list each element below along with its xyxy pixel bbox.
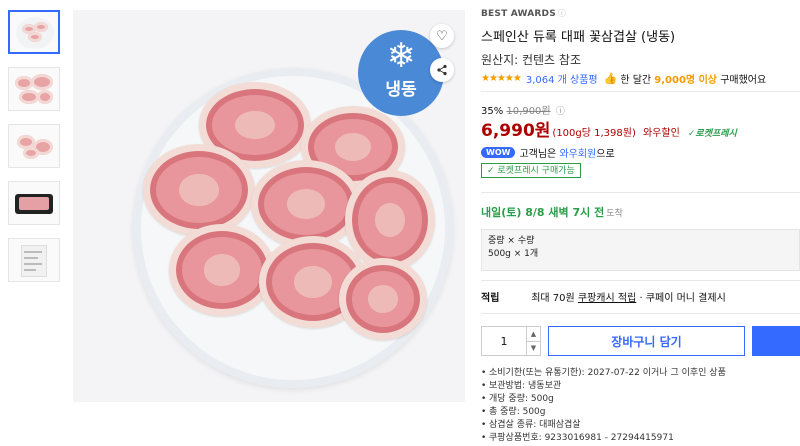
reward-label: 적립 bbox=[481, 293, 500, 304]
thumbnail-label-line bbox=[24, 251, 42, 253]
thumbnail-label-line bbox=[24, 257, 38, 259]
reward-suffix: · 쿠페이 머니 결제시 bbox=[639, 293, 726, 304]
star-rating-icon: ★★★★★ bbox=[481, 73, 522, 84]
quantity-stepper[interactable]: 1 ▲ ▼ bbox=[481, 326, 541, 356]
wow-text-before: 고객님은 bbox=[519, 149, 557, 160]
thumbnail-3[interactable] bbox=[8, 124, 60, 168]
frozen-badge-text: 냉동 bbox=[385, 80, 417, 100]
wow-member-row: WOW 고객님은 와우회원 으로 bbox=[481, 145, 615, 160]
product-details: 소비기한(또는 유통기한): 2027-07-22 이거나 그 이후인 상품 보… bbox=[481, 367, 800, 445]
product-info: BEST AWARDS ⓘ 스페인산 듀록 대패 꽃삼겹살 (냉동) 원산지: 컨… bbox=[481, 8, 800, 86]
thumbnail-4[interactable] bbox=[8, 181, 60, 225]
quantity-down-icon[interactable]: ▼ bbox=[527, 340, 540, 356]
detail-item: 보관방법: 냉동보관 bbox=[481, 380, 800, 393]
reward-row: 적립 최대 70원 쿠팡캐시 적립 · 쿠페이 머니 결제시 bbox=[481, 289, 726, 304]
rating-row: ★★★★★ 3,064 개 상품평 👍 한 달간 9,000명 이상 구매했어요 bbox=[481, 71, 800, 86]
info-icon[interactable]: ⓘ bbox=[558, 9, 566, 18]
buy-row: 1 ▲ ▼ 장바구니 담기 bbox=[481, 326, 800, 356]
best-awards: BEST AWARDS ⓘ bbox=[481, 8, 800, 19]
thumbs-up-icon: 👍 bbox=[603, 72, 618, 85]
thumbnail-meat bbox=[31, 74, 53, 90]
delivery-date: 내일(토) 8/8 새벽 7시 전 bbox=[481, 206, 605, 219]
detail-item: 삼겹살 종류: 대패삼겹살 bbox=[481, 419, 800, 432]
add-to-cart-button[interactable]: 장바구니 담기 bbox=[548, 326, 745, 356]
wow-text-after: 으로 bbox=[596, 149, 615, 160]
buyers-text: 한 달간 9,000명 이상 구매했어요 bbox=[620, 71, 766, 86]
quantity-value[interactable]: 1 bbox=[482, 327, 526, 355]
rocket-fresh-badge: ✓로켓프레시 bbox=[687, 129, 737, 139]
meat-slice bbox=[169, 224, 275, 316]
buy-now-button[interactable] bbox=[752, 326, 800, 356]
divider bbox=[481, 313, 800, 314]
wow-discount-label: 와우할인 bbox=[642, 128, 680, 139]
heart-icon[interactable]: ♡ bbox=[430, 24, 454, 48]
thumbnail-meat bbox=[23, 147, 39, 159]
thumbnail-label-line bbox=[24, 263, 42, 265]
delivery-info: 내일(토) 8/8 새벽 7시 전 도착 bbox=[481, 204, 623, 220]
unit-price: (100g당 1,398원) bbox=[552, 128, 636, 139]
meat-slice bbox=[143, 144, 255, 236]
review-count-link[interactable]: 3,064 개 상품평 bbox=[526, 71, 598, 86]
thumbnail-5[interactable] bbox=[8, 238, 60, 282]
discount-row: 35% 10,900원 ⓘ bbox=[481, 102, 565, 117]
detail-item: 개당 중량: 500g bbox=[481, 393, 800, 406]
price-row: 6,990원 (100g당 1,398원) 와우할인 ✓로켓프레시 bbox=[481, 116, 737, 141]
thumbnail-meat bbox=[28, 32, 42, 42]
meat-slice bbox=[251, 160, 361, 248]
product-title: 스페인산 듀록 대패 꽃삼겹살 (냉동) bbox=[481, 30, 676, 45]
thumbnail-1[interactable] bbox=[8, 10, 60, 54]
option-header: 중량 × 수량 bbox=[488, 236, 535, 246]
origin: 원산지: 컨텐츠 참조 bbox=[481, 53, 581, 67]
thumbnail-label-card bbox=[21, 245, 47, 277]
main-product-image: ❄ 냉동 ♡ bbox=[73, 10, 465, 402]
buyers-prefix: 한 달간 bbox=[620, 75, 652, 86]
coupang-cash-link[interactable]: 쿠팡캐시 적립 bbox=[578, 293, 636, 304]
share-icon-glyph bbox=[437, 64, 447, 76]
reward-prefix: 최대 70원 bbox=[531, 293, 575, 304]
buyers-count: 9,000명 이상 bbox=[654, 75, 718, 86]
option-value: 500g × 1개 bbox=[488, 249, 539, 259]
option-box[interactable]: 중량 × 수량 500g × 1개 bbox=[481, 229, 800, 271]
meat-slice bbox=[345, 170, 435, 270]
sale-price: 6,990원 bbox=[481, 121, 551, 141]
wow-badge: WOW bbox=[481, 147, 516, 158]
buyers-suffix: 구매했어요 bbox=[720, 75, 767, 86]
thumbnail-2[interactable] bbox=[8, 67, 60, 111]
thumbnail-meat bbox=[19, 90, 39, 104]
quantity-up-icon[interactable]: ▲ bbox=[527, 327, 540, 341]
wow-member-link[interactable]: 와우회원 bbox=[559, 145, 596, 160]
quantity-arrows: ▲ ▼ bbox=[526, 327, 540, 355]
detail-item: 소비기한(또는 유통기한): 2027-07-22 이거나 그 이후인 상품 bbox=[481, 367, 800, 380]
thumbnail-package-meat bbox=[19, 197, 49, 210]
detail-item: 총 중량: 500g bbox=[481, 406, 800, 419]
meat-slice bbox=[339, 258, 427, 340]
thumbnail-meat bbox=[37, 90, 53, 104]
detail-item: 쿠팡상품번호: 9233016981 - 27294415971 bbox=[481, 432, 800, 445]
divider bbox=[481, 91, 800, 92]
share-icon[interactable] bbox=[430, 58, 454, 82]
divider bbox=[481, 192, 800, 193]
thumbnail-list bbox=[8, 10, 60, 295]
thumbnail-label-line bbox=[24, 269, 36, 271]
best-awards-label: BEST AWARDS bbox=[481, 9, 556, 19]
divider bbox=[481, 280, 800, 281]
delivery-arrival: 도착 bbox=[606, 209, 623, 219]
thumbnail-meat bbox=[34, 22, 48, 32]
rocket-fresh-available-button[interactable]: ✓ 로켓프레시 구매가능 bbox=[481, 163, 581, 178]
